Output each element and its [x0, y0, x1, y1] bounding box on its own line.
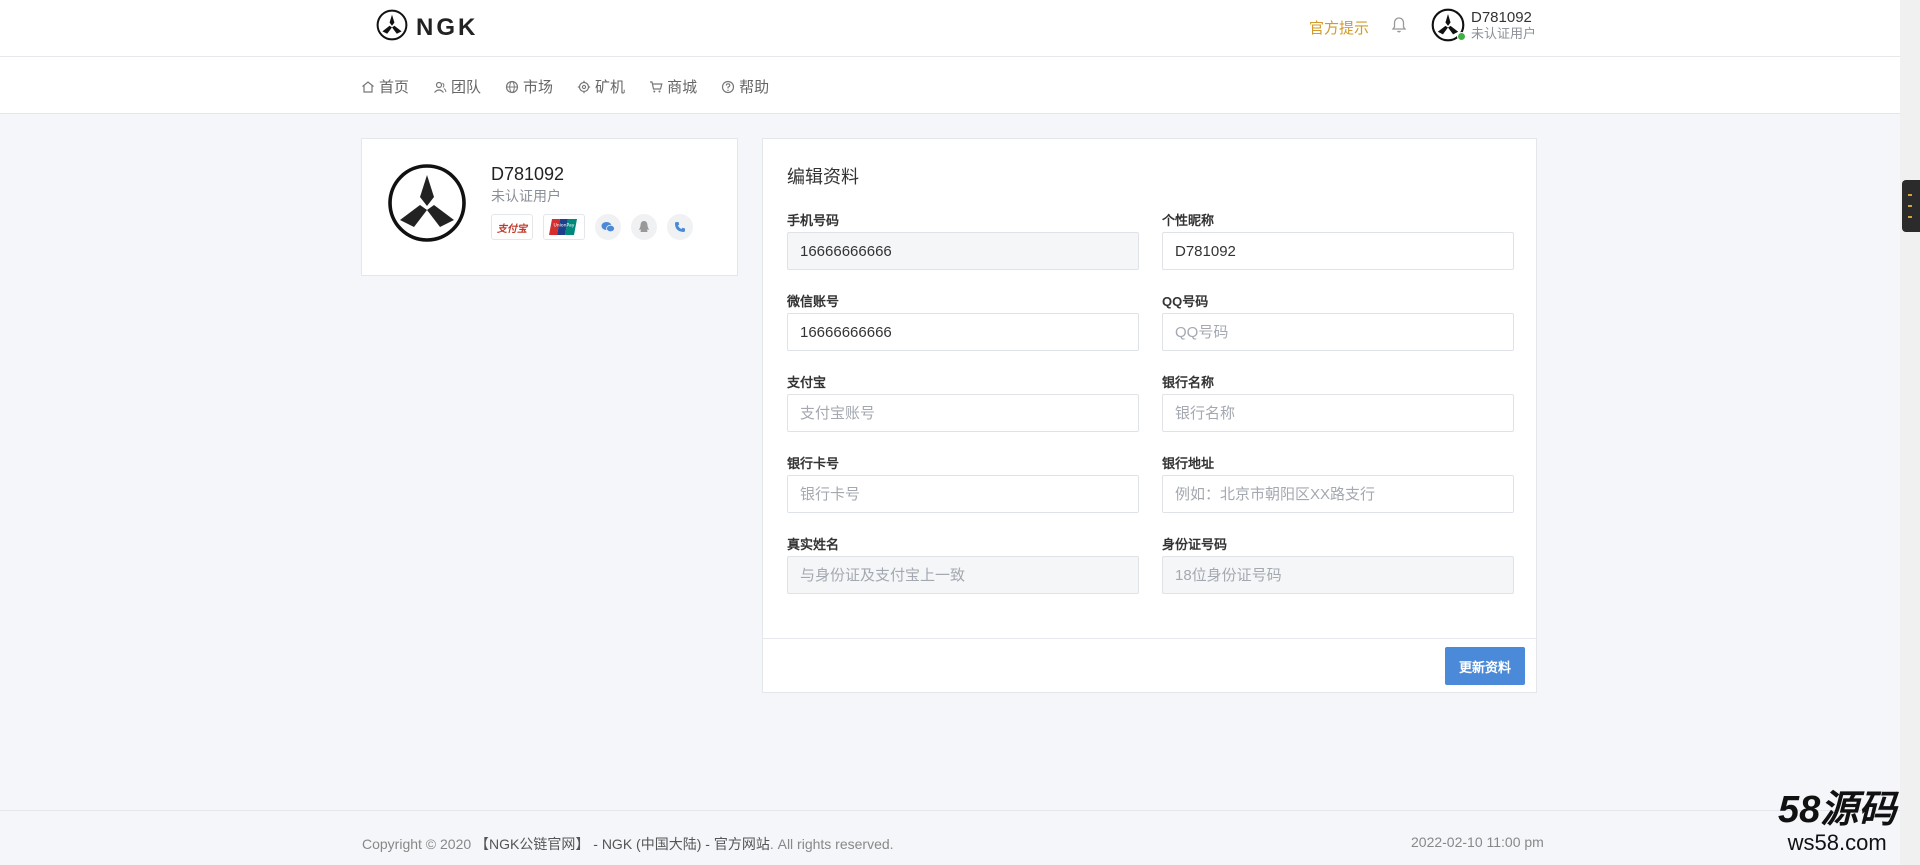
team-icon [434, 81, 447, 93]
real-name-field-group: 真实姓名 [787, 534, 1139, 594]
copyright-text: Copyright © 2020 【NGK公链官网】 - NGK (中国大陆) … [362, 834, 894, 854]
site-name-link[interactable]: 【NGK公链官网】 - NGK (中国大陆) - 官方网站 [475, 836, 770, 852]
qq-input[interactable] [1162, 313, 1514, 351]
nav-item-market[interactable]: 市场 [505, 76, 553, 97]
logo-icon [376, 9, 408, 46]
footer-datetime: 2022-02-10 11:00 pm [1411, 834, 1544, 850]
nav-label: 团队 [451, 79, 482, 96]
wechat-input[interactable] [787, 313, 1139, 351]
bank-address-field-group: 银行地址 [1162, 453, 1514, 513]
online-status-dot [1457, 32, 1466, 41]
bank-card-label: 银行卡号 [787, 456, 840, 471]
nav-item-miner[interactable]: 矿机 [577, 76, 625, 97]
user-menu[interactable]: D781092 未认证用户 [1431, 8, 1536, 42]
avatar [1431, 8, 1466, 42]
wechat-field-group: 微信账号 [787, 291, 1139, 351]
bank-name-label: 银行名称 [1162, 375, 1215, 390]
update-profile-button[interactable]: 更新资料 [1445, 647, 1525, 685]
cart-icon [650, 80, 663, 92]
home-icon [362, 80, 374, 93]
wechat-label: 微信账号 [787, 294, 840, 309]
user-status: 未认证用户 [1471, 25, 1537, 41]
phone-label: 手机号码 [787, 213, 840, 228]
watermark-small: ws58.com [1787, 830, 1887, 855]
qq-icon[interactable] [631, 214, 657, 240]
unionpay-label: UnionPay [554, 223, 575, 229]
nav-label: 市场 [523, 79, 554, 96]
top-header: NGK 官方提示 D781092 未认证用户 [0, 0, 1900, 57]
bank-card-input[interactable] [787, 475, 1139, 513]
real-name-input[interactable] [787, 556, 1139, 594]
side-panel-handle[interactable] [1902, 180, 1920, 232]
page-scrollbar[interactable] [1900, 0, 1920, 865]
id-number-label: 身份证号码 [1162, 537, 1228, 552]
official-notice-link[interactable]: 官方提示 [1309, 17, 1369, 38]
logo-text: NGK [416, 13, 479, 41]
nav-item-team[interactable]: 团队 [433, 76, 481, 97]
qq-label: QQ号码 [1162, 294, 1209, 309]
edit-card-footer: 更新资料 [763, 638, 1536, 693]
watermark-big: 58源码 [1778, 789, 1897, 831]
nav-label: 矿机 [595, 79, 626, 96]
profile-avatar [387, 163, 467, 248]
profile-name: D781092 [491, 164, 565, 184]
page-footer: Copyright © 2020 【NGK公链官网】 - NGK (中国大陆) … [0, 810, 1900, 865]
edit-profile-card: 编辑资料 手机号码 个性昵称 微信账号 QQ号码 支付宝 银行名称 银行卡号 银… [762, 138, 1537, 693]
bank-name-field-group: 银行名称 [1162, 372, 1514, 432]
phone-input[interactable] [787, 232, 1139, 270]
alipay-label: 支付宝 [497, 223, 527, 235]
qq-field-group: QQ号码 [1162, 291, 1514, 351]
nickname-field-group: 个性昵称 [1162, 210, 1514, 270]
nav-item-help[interactable]: 帮助 [721, 76, 769, 97]
alipay-label: 支付宝 [787, 375, 827, 390]
user-name: D781092 [1471, 8, 1532, 26]
bank-address-label: 银行地址 [1162, 456, 1215, 471]
bank-card-field-group: 银行卡号 [787, 453, 1139, 513]
bell-icon[interactable] [1391, 16, 1409, 34]
profile-card: D781092 未认证用户 支付宝 UnionPay [361, 138, 738, 276]
bank-name-input[interactable] [1162, 394, 1514, 432]
id-number-field-group: 身份证号码 [1162, 534, 1514, 594]
alipay-field-group: 支付宝 [787, 372, 1139, 432]
nav-item-shop[interactable]: 商城 [649, 76, 697, 97]
rights-text: . All rights reserved. [769, 836, 894, 852]
phone-icon[interactable] [667, 214, 693, 240]
gear-icon [577, 80, 591, 93]
real-name-label: 真实姓名 [787, 537, 840, 552]
watermark: 58源码 ws58.com [1778, 790, 1896, 856]
nickname-label: 个性昵称 [1162, 213, 1215, 228]
nav-item-home[interactable]: 首页 [361, 76, 409, 97]
nickname-input[interactable] [1162, 232, 1514, 270]
help-icon [721, 80, 735, 93]
logo[interactable]: NGK [376, 9, 478, 46]
bank-address-input[interactable] [1162, 475, 1514, 513]
unionpay-icon[interactable]: UnionPay [543, 214, 585, 240]
main-nav: 首页 团队 市场 矿机 商城 帮助 [0, 57, 1900, 114]
nav-label: 帮助 [739, 79, 770, 96]
edit-profile-title: 编辑资料 [787, 167, 859, 187]
copyright-prefix: Copyright © 2020 [362, 836, 476, 852]
alipay-icon[interactable]: 支付宝 [491, 214, 533, 240]
phone-field-group: 手机号码 [787, 210, 1139, 270]
nav-label: 商城 [667, 79, 698, 96]
globe-icon [505, 80, 519, 93]
alipay-input[interactable] [787, 394, 1139, 432]
id-number-input[interactable] [1162, 556, 1514, 594]
wechat-icon[interactable] [595, 214, 621, 240]
nav-label: 首页 [379, 79, 410, 96]
profile-status: 未认证用户 [491, 188, 561, 204]
